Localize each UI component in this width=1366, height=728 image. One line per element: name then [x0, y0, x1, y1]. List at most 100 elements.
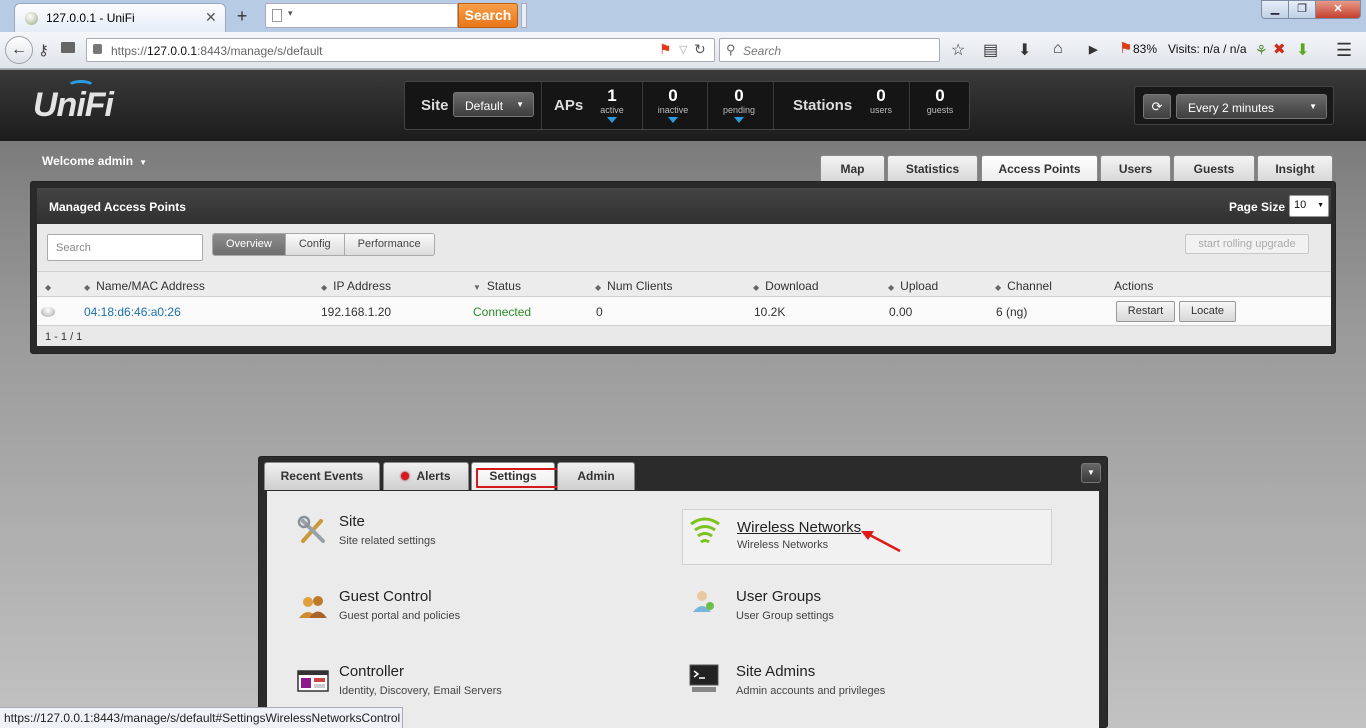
stat-users[interactable]: 0 users — [851, 86, 911, 128]
flag-icon[interactable]: ⚑ — [659, 41, 672, 58]
url-bar[interactable]: https://127.0.0.1:8443/manage/s/default … — [86, 38, 715, 62]
chevron-down-icon: ▼ — [1309, 102, 1317, 111]
stat-pending[interactable]: 0 pending — [709, 86, 769, 128]
col-ip[interactable]: ◆ IP Address — [321, 279, 391, 293]
stat-active[interactable]: 1 active — [582, 86, 642, 128]
collapse-button[interactable]: ▼ — [1081, 463, 1101, 483]
ap-device-icon — [41, 307, 55, 317]
settings-body: Site Site related settings Wireless Netw… — [267, 491, 1099, 728]
panel-title: Managed Access Points — [49, 200, 186, 214]
settings-usergroups-subtitle: User Group settings — [736, 610, 834, 622]
download-icon[interactable]: ⬇ — [1018, 40, 1031, 60]
refresh-button[interactable]: ⟳ — [1143, 94, 1171, 119]
settings-site-title: Site — [339, 513, 365, 530]
page-size-select[interactable]: 10 ▼ — [1289, 195, 1329, 217]
settings-admins-subtitle: Admin accounts and privileges — [736, 685, 886, 697]
toolbar-scroll-handle[interactable] — [521, 3, 527, 28]
ap-ip: 192.168.1.20 — [321, 305, 392, 319]
col-upload[interactable]: ◆ Upload — [888, 279, 938, 293]
stat-guests[interactable]: 0 guests — [910, 86, 970, 128]
stat-inactive[interactable]: 0 inactive — [643, 86, 703, 128]
green-download-icon[interactable]: ⬇ — [1296, 40, 1309, 60]
stations-label: Stations — [793, 97, 853, 114]
tab-map[interactable]: Map — [820, 155, 885, 183]
welcome-menu[interactable]: Welcome admin ▼ — [42, 154, 147, 168]
tab-users[interactable]: Users — [1100, 155, 1171, 183]
ap-clients: 0 — [596, 305, 603, 319]
new-tab-button[interactable]: + — [232, 6, 252, 27]
settings-site[interactable]: Site Site related settings — [289, 507, 659, 563]
back-button[interactable]: ← — [5, 36, 33, 64]
reading-list-icon[interactable]: ▤ — [983, 40, 998, 60]
tab-access-points[interactable]: Access Points — [981, 155, 1098, 183]
stat-pending-value: 0 — [734, 86, 744, 105]
youtube-icon[interactable]: ▶ — [1089, 43, 1097, 56]
user-group-icon — [693, 591, 714, 612]
col-channel[interactable]: ◆ Channel — [995, 279, 1052, 293]
ap-search-input[interactable]: Search — [47, 234, 203, 261]
favicon-icon — [25, 12, 38, 25]
settings-wireless-title[interactable]: Wireless Networks — [737, 519, 861, 536]
col-num-clients[interactable]: ◆ Num Clients — [595, 279, 673, 293]
tab-statistics[interactable]: Statistics — [887, 155, 978, 183]
maximize-button[interactable]: ❐ — [1288, 0, 1316, 19]
ap-upload: 0.00 — [889, 305, 913, 319]
tab-admin[interactable]: Admin — [557, 462, 635, 490]
settings-user-groups[interactable]: User Groups User Group settings — [682, 582, 1052, 638]
col-name[interactable]: ◆ Name/MAC Address — [84, 279, 205, 293]
settings-site-admins[interactable]: Site Admins Admin accounts and privilege… — [682, 657, 1052, 713]
key-icon[interactable]: ⚷ — [38, 41, 49, 59]
col-download[interactable]: ◆ Download — [753, 279, 819, 293]
rolling-upgrade-button[interactable]: start rolling upgrade — [1185, 234, 1309, 254]
tab-recent-events[interactable]: Recent Events — [264, 462, 380, 490]
chevron-down-icon[interactable]: ▾ — [288, 8, 293, 19]
url-text[interactable]: https://127.0.0.1:8443/manage/s/default — [111, 44, 323, 58]
sort-icon[interactable]: ◆ — [45, 279, 57, 293]
settings-guest-control[interactable]: Guest Control Guest portal and policies — [289, 582, 659, 638]
toolbar-search-button[interactable]: Search — [458, 3, 518, 28]
tab-config[interactable]: Config — [285, 234, 345, 255]
bookmark-star-icon[interactable]: ☆ — [951, 40, 965, 60]
flag-icon-2[interactable]: ⚑ — [1119, 39, 1132, 57]
tab-settings[interactable]: Settings — [471, 462, 580, 490]
tab-alerts[interactable]: Alerts — [383, 462, 469, 490]
guests-icon — [299, 596, 327, 618]
caret-down-icon — [607, 117, 617, 123]
divider — [707, 82, 708, 129]
reload-icon[interactable]: ↻ — [694, 41, 706, 58]
tab-guests[interactable]: Guests — [1173, 155, 1255, 183]
browser-tab[interactable]: 127.0.0.1 - UniFi ✕ — [14, 3, 226, 32]
stat-users-value: 0 — [876, 86, 886, 105]
home-icon[interactable]: ⌂ — [1053, 40, 1063, 58]
tab-overview[interactable]: Overview — [213, 234, 286, 255]
settings-guest-subtitle: Guest portal and policies — [339, 610, 461, 622]
settings-controller[interactable]: Controller Identity, Discovery, Email Se… — [289, 657, 659, 713]
divider — [541, 82, 542, 129]
menu-icon[interactable]: ☰ — [1336, 40, 1352, 61]
tab-performance[interactable]: Performance — [344, 234, 434, 255]
refresh-interval-select[interactable]: Every 2 minutes ▼ — [1176, 94, 1327, 119]
restart-button[interactable]: Restart — [1116, 301, 1175, 322]
close-window-button[interactable]: ✕ — [1315, 0, 1361, 19]
aps-label: APs — [554, 97, 584, 114]
addon-icon[interactable]: ⚘ — [1255, 42, 1268, 59]
chevron-down-icon: ▼ — [139, 158, 148, 167]
alert-dot-icon — [401, 472, 410, 480]
bottom-panel: Recent Events Alerts Settings Admin ▼ Si… — [258, 456, 1108, 728]
close-tab-icon[interactable]: ✕ — [205, 9, 217, 26]
tab-insight[interactable]: Insight — [1257, 155, 1333, 183]
ap-status: Connected — [473, 305, 532, 319]
search-placeholder: Search — [743, 44, 782, 58]
col-status[interactable]: ▼ Status — [473, 279, 521, 293]
site-select[interactable]: Default ▼ — [453, 92, 534, 117]
identity-icon[interactable] — [61, 42, 75, 53]
settings-guest-title: Guest Control — [339, 588, 432, 605]
stat-guests-label: guests — [926, 105, 954, 115]
toolbar-search-box[interactable]: ▾ — [265, 3, 458, 28]
dropdown-icon[interactable]: ▽ — [679, 43, 687, 56]
block-icon[interactable]: ✖ — [1273, 40, 1286, 58]
browser-search-input[interactable]: ⚲ Search — [719, 38, 940, 62]
locate-button[interactable]: Locate — [1179, 301, 1236, 322]
ap-name-link[interactable]: 04:18:d6:46:a0:26 — [84, 305, 181, 319]
minimize-button[interactable]: ▁ — [1261, 0, 1289, 19]
